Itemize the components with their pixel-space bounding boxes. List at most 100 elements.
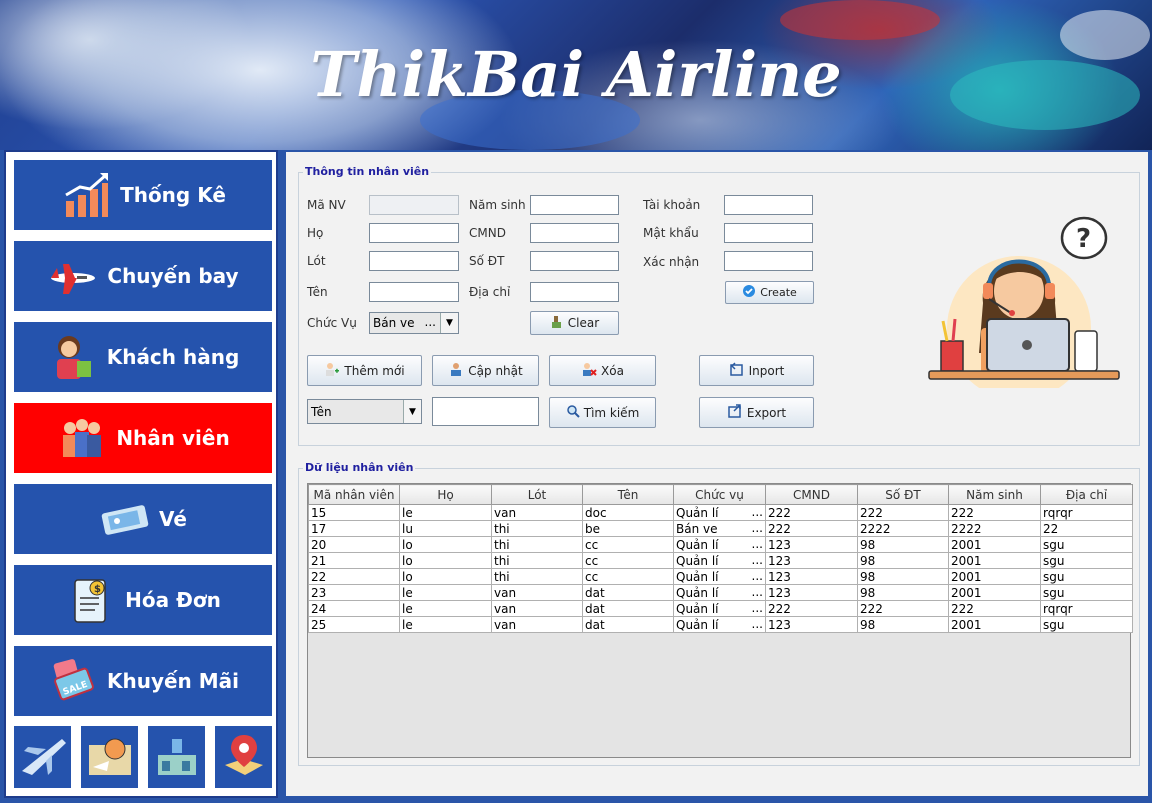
tim-kiem-label: Tìm kiếm [583, 405, 640, 420]
xac-nhan-field[interactable] [724, 251, 813, 271]
table-cell: thi [491, 552, 583, 569]
table-cell: 24 [308, 600, 400, 617]
table-cell: lu [399, 520, 492, 537]
table-row[interactable]: 24levandatQuản lí222222222rqrqr [308, 600, 1133, 617]
ticket-icon [99, 493, 151, 545]
ho-field[interactable] [369, 223, 459, 243]
table-row[interactable]: 17luthibeBán ve2222222222222 [308, 520, 1133, 537]
tim-kiem-button[interactable]: Tìm kiếm [549, 397, 656, 428]
column-header[interactable]: Tên [582, 484, 674, 505]
table-cell: lo [399, 552, 492, 569]
column-header[interactable]: Địa chỉ [1040, 484, 1133, 505]
plane-icon [18, 731, 68, 784]
chevron-down-icon[interactable]: ▼ [403, 400, 421, 423]
ma-nv-field[interactable] [369, 195, 459, 215]
table-cell: cc [582, 536, 674, 553]
employee-table[interactable]: Mã nhân viên Họ Lót Tên Chức vụ CMND Số … [307, 483, 1133, 758]
sale-tag-icon: SALE [47, 655, 99, 707]
sidebar-item-hoa-don[interactable]: $ Hóa Đơn [14, 565, 272, 635]
employee-info-group: Thông tin nhân viên Mã NV Họ Lót Tên Chứ… [298, 165, 1140, 446]
globe-map-icon [85, 731, 135, 784]
lot-field[interactable] [369, 251, 459, 271]
table-row[interactable]: 23levandatQuản lí123982001sgu [308, 584, 1133, 601]
table-cell: van [491, 600, 583, 617]
label-ma-nv: Mã NV [307, 198, 346, 212]
clear-button[interactable]: Clear [530, 311, 619, 335]
table-cell: 123 [765, 616, 858, 633]
export-button[interactable]: Export [699, 397, 814, 428]
column-header[interactable]: Họ [399, 484, 492, 505]
export-label: Export [746, 405, 787, 420]
so-dt-field[interactable] [530, 251, 619, 271]
table-cell: dat [582, 616, 674, 633]
xoa-button[interactable]: Xóa [549, 355, 656, 386]
mini-airport-button[interactable] [148, 726, 205, 788]
table-cell: Quản lí [673, 536, 766, 553]
table-cell: 98 [857, 568, 949, 585]
sidebar-item-label: Chuyến bay [107, 264, 239, 288]
mini-world-map-button[interactable] [81, 726, 138, 788]
broom-icon [550, 315, 564, 332]
table-cell: 123 [765, 536, 858, 553]
sidebar-item-ve[interactable]: Vé [14, 484, 272, 554]
column-header[interactable]: CMND [765, 484, 858, 505]
check-circle-icon [742, 284, 756, 301]
chevron-down-icon[interactable]: ▼ [440, 313, 458, 333]
mini-plane-button[interactable] [14, 726, 71, 788]
column-header[interactable]: Số ĐT [857, 484, 949, 505]
table-cell: dat [582, 584, 674, 601]
create-button[interactable]: Create [725, 281, 814, 304]
table-cell: 2001 [948, 616, 1041, 633]
table-row[interactable]: 22lothiccQuản lí123982001sgu [308, 568, 1133, 585]
search-field-select[interactable]: Tên ▼ [307, 399, 422, 424]
cap-nhat-button[interactable]: Cập nhật [432, 355, 539, 386]
table-cell: 123 [765, 584, 858, 601]
invoice-icon: $ [65, 574, 117, 626]
chuc-vu-value: Bán ve [373, 316, 415, 330]
sidebar-item-khach-hang[interactable]: Khách hàng [14, 322, 272, 392]
label-so-dt: Số ĐT [469, 254, 505, 268]
sidebar-item-chuyen-bay[interactable]: Chuyến bay [14, 241, 272, 311]
chuc-vu-select[interactable]: Bán ve ... ▼ [369, 312, 459, 334]
mat-khau-field[interactable] [724, 223, 813, 243]
column-header[interactable]: Lót [491, 484, 583, 505]
label-tai-khoan: Tài khoản [643, 198, 701, 212]
column-header[interactable]: Mã nhân viên [308, 484, 400, 505]
column-header[interactable]: Chức vụ [673, 484, 766, 505]
table-cell: 98 [857, 536, 949, 553]
table-row[interactable]: 20lothiccQuản lí123982001sgu [308, 536, 1133, 553]
table-row[interactable]: 21lothiccQuản lí123982001sgu [308, 552, 1133, 569]
table-row[interactable]: 25levandatQuản lí123982001sgu [308, 616, 1133, 633]
search-input[interactable] [432, 397, 539, 426]
table-cell: 2001 [948, 584, 1041, 601]
inport-button[interactable]: Inport [699, 355, 814, 386]
sidebar-item-thong-ke[interactable]: Thống Kê [14, 160, 272, 230]
table-cell: 21 [308, 552, 400, 569]
table-cell: van [491, 584, 583, 601]
sidebar-item-nhan-vien[interactable]: Nhân viên [14, 403, 272, 473]
sidebar-item-khuyen-mai[interactable]: SALE Khuyến Mãi [14, 646, 272, 716]
table-cell: 22 [1040, 520, 1133, 537]
dia-chi-field[interactable] [530, 282, 619, 302]
tai-khoan-field[interactable] [724, 195, 813, 215]
svg-text:?: ? [1076, 224, 1091, 254]
table-cell: thi [491, 568, 583, 585]
table-cell: sgu [1040, 616, 1133, 633]
add-user-icon [324, 361, 340, 380]
table-cell: doc [582, 504, 674, 521]
table-cell: Quản lí [673, 568, 766, 585]
column-header[interactable]: Năm sinh [948, 484, 1041, 505]
table-row[interactable]: 15levandocQuản lí222222222rqrqr [308, 504, 1133, 521]
table-cell: 222 [948, 504, 1041, 521]
ten-field[interactable] [369, 282, 459, 302]
mini-location-button[interactable] [215, 726, 272, 788]
nam-sinh-field[interactable] [530, 195, 619, 215]
export-icon [727, 403, 743, 422]
table-header-row: Mã nhân viên Họ Lót Tên Chức vụ CMND Số … [308, 484, 1133, 505]
table-cell: le [399, 584, 492, 601]
table-cell: be [582, 520, 674, 537]
table-cell: 15 [308, 504, 400, 521]
cmnd-field[interactable] [530, 223, 619, 243]
them-moi-button[interactable]: Thêm mới [307, 355, 422, 386]
table-cell: van [491, 616, 583, 633]
